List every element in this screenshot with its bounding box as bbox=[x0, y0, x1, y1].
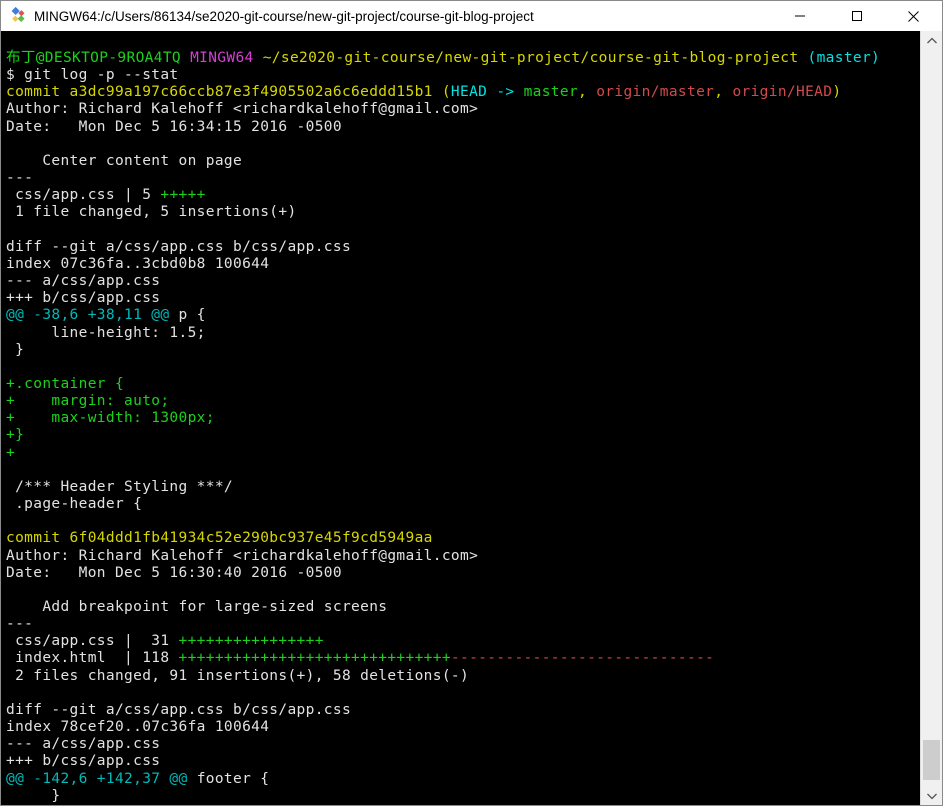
terminal-line: Center content on page bbox=[6, 152, 243, 169]
terminal-line: diff --git a/css/app.css b/css/app.css bbox=[6, 238, 352, 255]
terminal-line: index.html | 118 +++++++++++++++++++++++… bbox=[6, 650, 715, 667]
chevron-down-icon bbox=[926, 793, 937, 799]
terminal-line: @@ -142,6 +142,37 @@ footer { bbox=[6, 770, 270, 787]
terminal-line: +++ b/css/app.css bbox=[6, 753, 161, 770]
terminal-line: --- a/css/app.css bbox=[6, 273, 161, 290]
terminal-line: +} bbox=[6, 427, 25, 444]
terminal-line: } bbox=[6, 341, 25, 358]
terminal-line: Author: Richard Kalehoff <richardkalehof… bbox=[6, 547, 479, 564]
terminal-line: --- bbox=[6, 616, 34, 633]
scroll-down-button[interactable] bbox=[921, 787, 942, 804]
terminal-line: + max-width: 1300px; bbox=[6, 410, 215, 427]
terminal-line: /*** Header Styling ***/ bbox=[6, 478, 233, 495]
terminal-line: css/app.css | 5 +++++ bbox=[6, 187, 206, 204]
terminal-line: index 78cef20..07c36fa 100644 bbox=[6, 719, 270, 736]
terminal-line: --- bbox=[6, 170, 34, 187]
terminal-line: Add breakpoint for large-sized screens bbox=[6, 599, 388, 615]
terminal-line: @@ -38,6 +38,11 @@ p { bbox=[6, 307, 206, 324]
terminal-line: index 07c36fa..3cbd0b8 100644 bbox=[6, 255, 270, 272]
maximize-icon bbox=[851, 11, 862, 21]
terminal-window: MINGW64:/c/Users/86134/se2020-git-course… bbox=[0, 0, 943, 806]
close-icon bbox=[908, 10, 919, 22]
minimize-button[interactable] bbox=[771, 1, 828, 31]
terminal-line: css/app.css | 31 ++++++++++++++++ bbox=[6, 633, 324, 650]
terminal-output[interactable]: 布丁@DESKTOP-9ROA4TQ MINGW64 ~/se2020-git-… bbox=[1, 31, 942, 805]
terminal-line: 布丁@DESKTOP-9ROA4TQ MINGW64 ~/se2020-git-… bbox=[6, 50, 881, 66]
terminal-line: + margin: auto; bbox=[6, 393, 170, 410]
chevron-up-icon bbox=[926, 37, 937, 43]
terminal-line: +.container { bbox=[6, 375, 125, 392]
minimize-icon bbox=[794, 15, 805, 17]
terminal-line: .page-header { bbox=[6, 496, 143, 513]
terminal-line: Author: Richard Kalehoff <richardkalehof… bbox=[6, 101, 479, 118]
terminal-line: +++ b/css/app.css bbox=[6, 290, 161, 307]
terminal-line: 1 file changed, 5 insertions(+) bbox=[6, 204, 297, 221]
terminal-line: line-height: 1.5; bbox=[6, 324, 206, 341]
terminal-line: commit 6f04ddd1fb41934c52e290bc937e45f9c… bbox=[6, 530, 433, 547]
title-bar[interactable]: MINGW64:/c/Users/86134/se2020-git-course… bbox=[1, 1, 942, 31]
vertical-scrollbar[interactable] bbox=[920, 31, 942, 805]
terminal-line: $ git log -p --stat bbox=[6, 67, 179, 84]
window-title: MINGW64:/c/Users/86134/se2020-git-course… bbox=[34, 8, 534, 24]
terminal-line: --- a/css/app.css bbox=[6, 736, 161, 753]
scroll-up-button[interactable] bbox=[921, 32, 942, 49]
msys2-diamonds-icon[interactable] bbox=[9, 7, 27, 25]
terminal-line: } bbox=[6, 787, 61, 804]
terminal-line: + bbox=[6, 444, 16, 461]
scrollbar-thumb[interactable] bbox=[923, 740, 940, 780]
maximize-button[interactable] bbox=[828, 1, 885, 31]
terminal-line: diff --git a/css/app.css b/css/app.css bbox=[6, 701, 352, 718]
terminal-line: commit a3dc99a197c66ccb87e3f4905502a6c6e… bbox=[6, 84, 842, 101]
terminal-line: 2 files changed, 91 insertions(+), 58 de… bbox=[6, 667, 470, 684]
terminal-line: Date: Mon Dec 5 16:30:40 2016 -0500 bbox=[6, 564, 342, 581]
terminal-line: Date: Mon Dec 5 16:34:15 2016 -0500 bbox=[6, 118, 342, 135]
close-button[interactable] bbox=[885, 1, 942, 31]
